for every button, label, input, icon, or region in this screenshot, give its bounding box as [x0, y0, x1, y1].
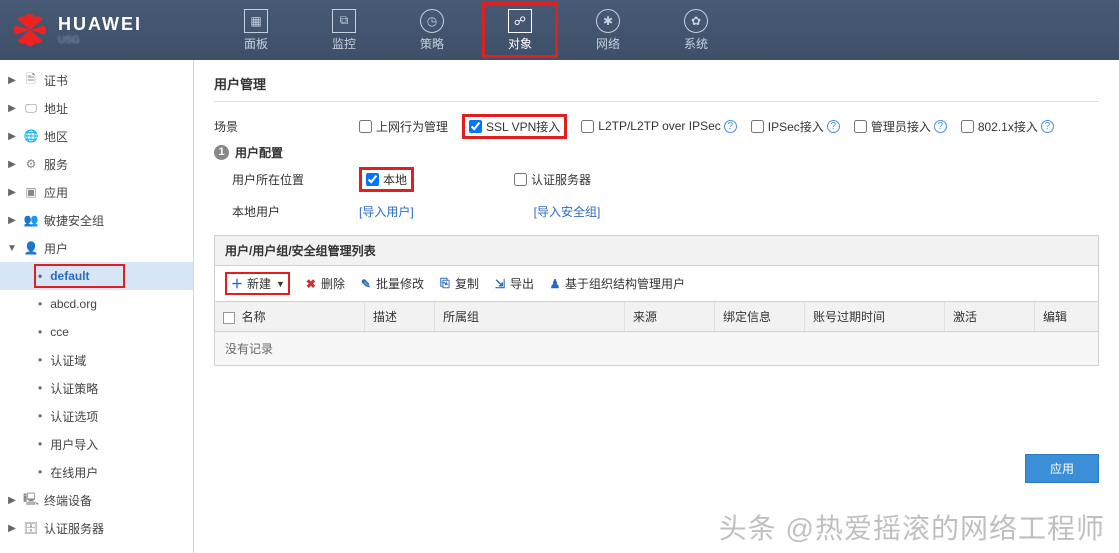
chk-authserver[interactable]: 认证服务器 — [514, 171, 591, 188]
chk-dot1x[interactable]: 802.1x接入? — [961, 114, 1054, 139]
new-button[interactable]: ＋新建▼ — [230, 275, 285, 292]
export-button[interactable]: ⇲导出 — [493, 275, 534, 292]
tab-object[interactable]: ☍对象 — [476, 0, 564, 60]
apply-button[interactable]: 应用 — [1025, 454, 1099, 483]
help-icon[interactable]: ? — [827, 120, 840, 133]
local-user-label: 本地用户 — [214, 203, 359, 220]
user-location-label: 用户所在位置 — [214, 171, 359, 188]
chk-l2tp[interactable]: L2TP/L2TP over IPSec? — [581, 114, 737, 139]
tab-monitor[interactable]: ⧉监控 — [300, 0, 388, 60]
page-title: 用户管理 — [214, 70, 1099, 102]
app-icon: ▣ — [22, 184, 40, 200]
sidebar-item-authserver[interactable]: ▶🗄认证服务器 — [0, 514, 193, 542]
sidebar-item-cce[interactable]: cce — [0, 318, 193, 346]
help-icon[interactable]: ? — [724, 120, 737, 133]
sidebar-item-authpolicy[interactable]: 认证策略 — [0, 374, 193, 402]
help-icon[interactable]: ? — [1041, 120, 1054, 133]
sidebar-item-service[interactable]: ▶⚙服务 — [0, 150, 193, 178]
sidebar-item-region[interactable]: ▶🌐地区 — [0, 122, 193, 150]
org-icon: ♟ — [548, 277, 562, 291]
sidebar-item-cert[interactable]: ▶🗎证书 — [0, 66, 193, 94]
copy-icon: ⎘ — [438, 277, 452, 291]
address-icon: 🖵 — [22, 100, 40, 116]
table-title: 用户/用户组/安全组管理列表 — [215, 236, 1098, 266]
top-tabs: ▦面板 ⧉监控 ◷策略 ☍对象 ✱网络 ✿系统 — [212, 0, 740, 60]
service-icon: ⚙ — [22, 156, 40, 172]
edit-icon: ✎ — [359, 277, 373, 291]
tab-policy[interactable]: ◷策略 — [388, 0, 476, 60]
export-icon: ⇲ — [493, 277, 507, 291]
sidebar-item-secgroup[interactable]: ▶👥敏捷安全组 — [0, 206, 193, 234]
table-wrap: 用户/用户组/安全组管理列表 ＋新建▼ ✖删除 ✎批量修改 ⎘复制 ⇲导出 ♟基… — [214, 235, 1099, 366]
sidebar-item-onlineuser[interactable]: 在线用户 — [0, 458, 193, 486]
sidebar-item-app[interactable]: ▶▣应用 — [0, 178, 193, 206]
sidebar-item-abcd[interactable]: abcd.org — [0, 290, 193, 318]
tab-dashboard[interactable]: ▦面板 — [212, 0, 300, 60]
sidebar: ▶🗎证书 ▶🖵地址 ▶🌐地区 ▶⚙服务 ▶▣应用 ▶👥敏捷安全组 ▼👤用户 de… — [0, 60, 194, 553]
sidebar-item-address[interactable]: ▶🖵地址 — [0, 94, 193, 122]
sidebar-item-terminal[interactable]: ▶🖳终端设备 — [0, 486, 193, 514]
brand-name: HUAWEI — [58, 14, 142, 35]
sidebar-item-authoption[interactable]: 认证选项 — [0, 402, 193, 430]
delete-icon: ✖ — [304, 277, 318, 291]
brand-sub: USG — [58, 35, 142, 46]
org-manage-button[interactable]: ♟基于组织结构管理用户 — [548, 275, 685, 292]
globe-icon: 🌐 — [22, 128, 40, 144]
scenario-label: 场景 — [214, 118, 359, 135]
sidebar-item-default[interactable]: default — [0, 262, 193, 290]
secgroup-icon: 👥 — [22, 212, 40, 228]
terminal-icon: 🖳 — [22, 492, 40, 508]
chk-ipsec[interactable]: IPSec接入? — [751, 114, 840, 139]
delete-button[interactable]: ✖删除 — [304, 275, 345, 292]
sidebar-item-userimport[interactable]: 用户导入 — [0, 430, 193, 458]
sidebar-item-user[interactable]: ▼👤用户 — [0, 234, 193, 262]
tab-system[interactable]: ✿系统 — [652, 0, 740, 60]
select-all-checkbox[interactable] — [223, 312, 235, 324]
help-icon[interactable]: ? — [934, 120, 947, 133]
grid-header: 名称 描述 所属组 来源 绑定信息 账号过期时间 激活 编辑 — [215, 302, 1098, 332]
import-users-link[interactable]: [导入用户] — [359, 203, 414, 220]
batch-edit-button[interactable]: ✎批量修改 — [359, 275, 424, 292]
server-icon: 🗄 — [22, 520, 40, 536]
cert-icon: 🗎 — [22, 72, 40, 88]
tab-network[interactable]: ✱网络 — [564, 0, 652, 60]
plus-icon: ＋ — [230, 277, 244, 291]
user-config-section: 1用户配置 — [214, 144, 1099, 161]
watermark: 头条 @热爱摇滚的网络工程师 — [719, 507, 1105, 547]
chk-internet[interactable]: 上网行为管理 — [359, 114, 448, 139]
top-bar: HUAWEI USG ▦面板 ⧉监控 ◷策略 ☍对象 ✱网络 ✿系统 — [0, 0, 1119, 60]
toolbar: ＋新建▼ ✖删除 ✎批量修改 ⎘复制 ⇲导出 ♟基于组织结构管理用户 — [215, 266, 1098, 302]
chk-local[interactable]: 本地 — [366, 171, 407, 188]
grid-body: 没有记录 — [215, 332, 1098, 365]
huawei-logo-icon — [12, 12, 48, 48]
logo-area: HUAWEI USG — [0, 12, 162, 48]
chk-sslvpn[interactable]: SSL VPN接入 — [469, 118, 560, 135]
sidebar-item-authdomain[interactable]: 认证域 — [0, 346, 193, 374]
content-area: 用户管理 场景 上网行为管理 SSL VPN接入 L2TP/L2TP over … — [194, 60, 1119, 553]
chk-admin[interactable]: 管理员接入? — [854, 114, 947, 139]
user-icon: 👤 — [22, 240, 40, 256]
copy-button[interactable]: ⎘复制 — [438, 275, 479, 292]
import-groups-link[interactable]: [导入安全组] — [534, 203, 601, 220]
